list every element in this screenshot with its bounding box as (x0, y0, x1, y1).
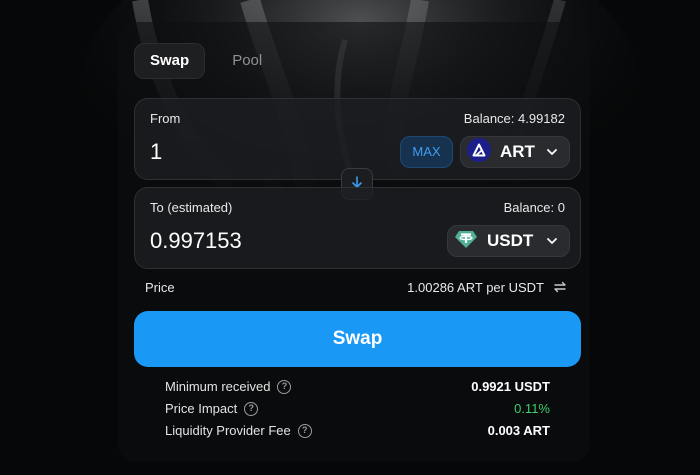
help-icon[interactable]: ? (277, 379, 292, 394)
max-button[interactable]: MAX (400, 136, 453, 168)
detail-value: 0.9921 USDT (471, 379, 550, 394)
from-balance: Balance: 4.99182 (463, 111, 565, 126)
detail-row-price-impact: Price Impact ? 0.11% (165, 399, 550, 421)
invert-price-icon[interactable] (552, 279, 568, 298)
detail-label: Liquidity Provider Fee (165, 423, 291, 438)
detail-value: 0.003 ART (487, 423, 550, 438)
from-token-name: ART (500, 142, 535, 161)
chevron-down-icon (545, 234, 559, 253)
help-icon[interactable]: ? (244, 401, 259, 416)
detail-label: Minimum received (165, 379, 271, 394)
from-amount-input[interactable] (150, 139, 370, 165)
art-token-icon (467, 137, 491, 167)
swap-button[interactable]: Swap (134, 311, 581, 367)
detail-row-liquidity-fee: Liquidity Provider Fee ? 0.003 ART (165, 421, 550, 443)
chevron-down-icon (545, 145, 559, 164)
from-label: From (150, 111, 181, 126)
help-icon[interactable]: ? (297, 423, 312, 438)
to-panel: To (estimated) Balance: 0 USDT (134, 187, 581, 269)
tether-token-icon (454, 227, 478, 256)
price-row: Price 1.00286 ART per USDT (145, 279, 570, 297)
detail-label: Price Impact (165, 401, 238, 416)
tab-swap[interactable]: Swap (134, 43, 206, 79)
detail-row-minimum-received: Minimum received ? 0.9921 USDT (165, 377, 550, 399)
price-label: Price (145, 280, 175, 295)
to-token-name: USDT (487, 231, 534, 250)
swap-details: Minimum received ? 0.9921 USDT Price Imp… (165, 377, 550, 443)
to-label: To (estimated) (150, 200, 233, 215)
detail-value: 0.11% (514, 401, 550, 416)
tab-bar: Swap Pool (134, 43, 277, 79)
to-balance: Balance: 0 (503, 200, 565, 215)
price-value: 1.00286 ART per USDT (407, 280, 544, 295)
from-token-selector[interactable]: ART (460, 136, 570, 168)
to-token-selector[interactable]: USDT (447, 225, 570, 257)
tab-pool[interactable]: Pool (217, 43, 277, 79)
to-amount-input[interactable] (150, 228, 370, 254)
